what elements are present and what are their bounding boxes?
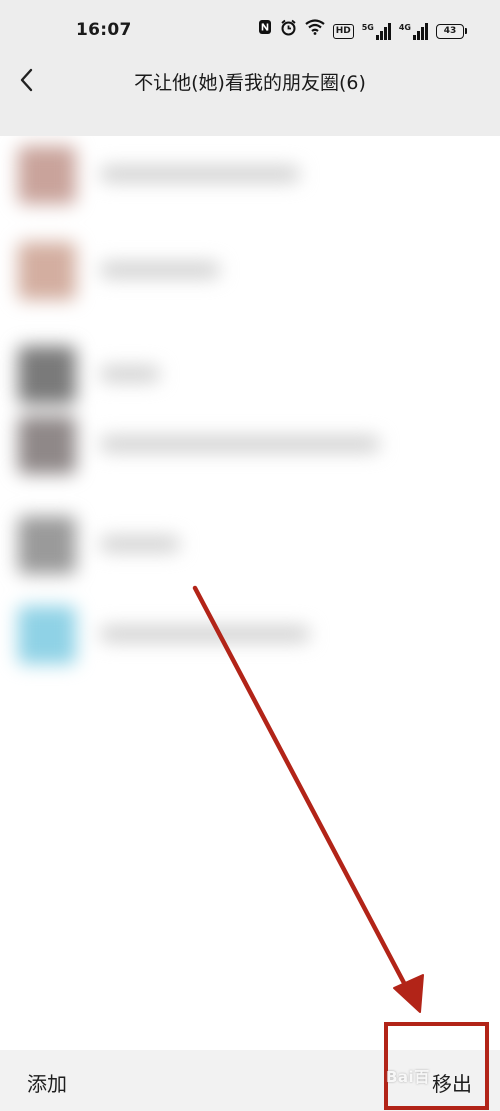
nav-bar: 不让他(她)看我的朋友圈(6) (0, 56, 500, 106)
name-placeholder (100, 366, 160, 382)
list-item[interactable] (0, 336, 500, 416)
5g-signal-icon: 5G (361, 22, 391, 40)
member-list-area (0, 136, 500, 1050)
list-item[interactable] (0, 506, 500, 586)
nfc-icon (258, 19, 272, 43)
avatar (18, 516, 76, 574)
avatar (18, 346, 76, 404)
page-title: 不让他(她)看我的朋友圈(6) (134, 72, 366, 94)
5g-label: 5G (361, 22, 374, 32)
4g-label: 4G (398, 22, 411, 32)
name-placeholder (100, 626, 310, 642)
name-placeholder (100, 166, 300, 182)
avatar (18, 416, 76, 474)
add-button[interactable]: 添加 (27, 1068, 67, 1097)
alarm-icon (280, 19, 297, 44)
name-placeholder (100, 262, 220, 278)
list-item[interactable] (0, 136, 500, 216)
status-bar: 16:07 HD 5G 4G 43 (0, 0, 500, 62)
name-placeholder (100, 536, 180, 552)
battery-icon: 43 (436, 23, 467, 39)
4g-signal-icon: 4G (398, 22, 428, 40)
name-placeholder (100, 436, 380, 452)
avatar (18, 146, 76, 204)
hd-icon: HD (332, 23, 354, 39)
watermark: Bai百 (386, 1068, 430, 1086)
remove-button[interactable]: 移出 (432, 1068, 472, 1097)
list-item[interactable] (0, 232, 500, 312)
list-item[interactable] (0, 406, 500, 486)
status-time: 16:07 (76, 20, 132, 40)
list-item[interactable] (0, 596, 500, 676)
wifi-icon (305, 19, 325, 43)
avatar (18, 606, 76, 664)
avatar (18, 242, 76, 300)
status-icons: HD 5G 4G 43 (258, 19, 467, 44)
